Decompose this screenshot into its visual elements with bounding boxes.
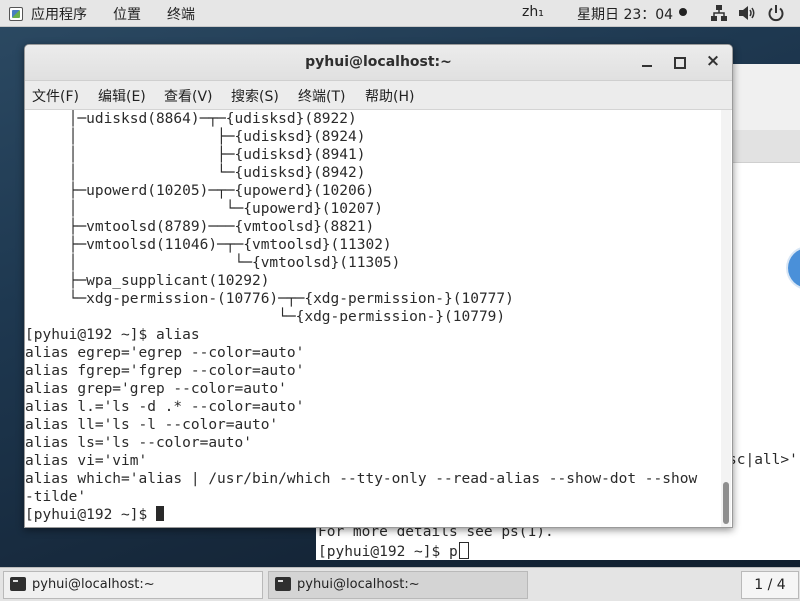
terminal-line: alias fgrep='fgrep --color=auto' xyxy=(25,363,305,379)
terminal-output[interactable]: │─udisksd(8864)─┬─{udisksd}(8922) │ ├─{u… xyxy=(25,110,719,527)
terminal-cursor xyxy=(155,506,164,521)
maximize-icon xyxy=(674,57,686,69)
terminal-line: -tilde' xyxy=(25,489,87,505)
terminal-scrollbar[interactable] xyxy=(721,110,731,527)
workspace-switcher[interactable]: 1 / 4 xyxy=(741,571,799,599)
scrollbar-thumb[interactable] xyxy=(723,482,729,524)
terminal-prompt-line: [pyhui@192 ~]$ xyxy=(25,506,164,524)
network-icon[interactable] xyxy=(709,3,729,23)
input-method-indicator[interactable]: zh₁ xyxy=(522,4,544,20)
close-button[interactable]: × xyxy=(705,51,721,71)
maximize-button[interactable] xyxy=(671,54,687,70)
terminal-line: │ ├─{udisksd}(8924) xyxy=(25,129,366,145)
terminal-line: ├─upowerd(10205)─┬─{upowerd}(10206) xyxy=(25,183,375,199)
terminal-line: │ └─{upowerd}(10207) xyxy=(25,201,383,217)
volume-icon[interactable] xyxy=(737,3,757,23)
terminal-line: │ └─{udisksd}(8942) xyxy=(25,165,366,181)
taskbar-item-terminal-1[interactable]: pyhui@localhost:~ xyxy=(3,571,263,599)
terminal-icon xyxy=(10,577,26,591)
notification-dot-icon xyxy=(679,8,687,16)
terminal-line: └─xdg-permission-(10776)─┬─{xdg-permissi… xyxy=(25,291,514,307)
terminal-line: alias ls='ls --color=auto' xyxy=(25,435,252,451)
menu-view[interactable]: 查看(V) xyxy=(164,86,213,106)
menu-bar: 文件(F) 编辑(E) 查看(V) 搜索(S) 终端(T) 帮助(H) xyxy=(25,81,732,110)
menu-search[interactable]: 搜索(S) xyxy=(231,86,279,106)
taskbar-item-terminal-2[interactable]: pyhui@localhost:~ xyxy=(268,571,528,599)
terminal-line: alias grep='grep --color=auto' xyxy=(25,381,287,397)
terminal-line: alias egrep='egrep --color=auto' xyxy=(25,345,305,361)
terminal-line: alias which='alias | /usr/bin/which --tt… xyxy=(25,471,698,487)
applications-icon[interactable] xyxy=(9,7,23,21)
minimize-icon xyxy=(642,65,652,67)
clock[interactable]: 星期日 23：04 xyxy=(577,4,673,24)
terminal-line: [pyhui@192 ~]$ alias xyxy=(25,327,200,343)
window-title: pyhui@localhost:~ xyxy=(305,54,452,70)
terminal-line: │ ├─{udisksd}(8941) xyxy=(25,147,366,163)
terminal-line: ├─vmtoolsd(8789)───{vmtoolsd}(8821) xyxy=(25,219,375,235)
window-titlebar[interactable]: pyhui@localhost:~ × xyxy=(25,45,732,81)
top-bar: 应用程序 位置 终端 zh₁ 星期日 23：04 xyxy=(0,0,800,27)
background-cursor xyxy=(458,542,469,559)
terminal-line: ├─wpa_supplicant(10292) xyxy=(25,273,270,289)
terminal-line: alias l.='ls -d .* --color=auto' xyxy=(25,399,305,415)
menu-edit[interactable]: 编辑(E) xyxy=(98,86,146,106)
taskbar-item-label: pyhui@localhost:~ xyxy=(297,577,420,592)
taskbar: pyhui@localhost:~ pyhui@localhost:~ 1 / … xyxy=(0,567,800,601)
close-icon: × xyxy=(705,51,721,71)
minimize-button[interactable] xyxy=(639,54,655,70)
places-menu[interactable]: 位置 xyxy=(113,4,141,24)
background-terminal-prompt: [pyhui@192 ~]$ p xyxy=(318,542,469,560)
terminal-icon xyxy=(275,577,291,591)
taskbar-item-label: pyhui@localhost:~ xyxy=(32,577,155,592)
terminal-app-menu[interactable]: 终端 xyxy=(167,4,195,24)
terminal-line: alias vi='vim' xyxy=(25,453,148,469)
power-icon[interactable] xyxy=(766,3,786,23)
menu-help[interactable]: 帮助(H) xyxy=(365,86,414,106)
terminal-line: ├─vmtoolsd(11046)─┬─{vmtoolsd}(11302) xyxy=(25,237,392,253)
terminal-line: └─{xdg-permission-}(10779) xyxy=(25,309,506,325)
menu-file[interactable]: 文件(F) xyxy=(32,86,79,106)
applications-menu[interactable]: 应用程序 xyxy=(31,4,87,24)
menu-terminal[interactable]: 终端(T) xyxy=(298,86,345,106)
terminal-line: │─udisksd(8864)─┬─{udisksd}(8922) xyxy=(25,111,357,127)
background-terminal-fragment: sc|all>' xyxy=(728,452,798,468)
terminal-window: pyhui@localhost:~ × 文件(F) 编辑(E) 查看(V) 搜索… xyxy=(24,44,733,528)
terminal-line: alias ll='ls -l --color=auto' xyxy=(25,417,279,433)
terminal-prompt: [pyhui@192 ~]$ xyxy=(25,507,156,523)
terminal-line: │ └─{vmtoolsd}(11305) xyxy=(25,255,401,271)
